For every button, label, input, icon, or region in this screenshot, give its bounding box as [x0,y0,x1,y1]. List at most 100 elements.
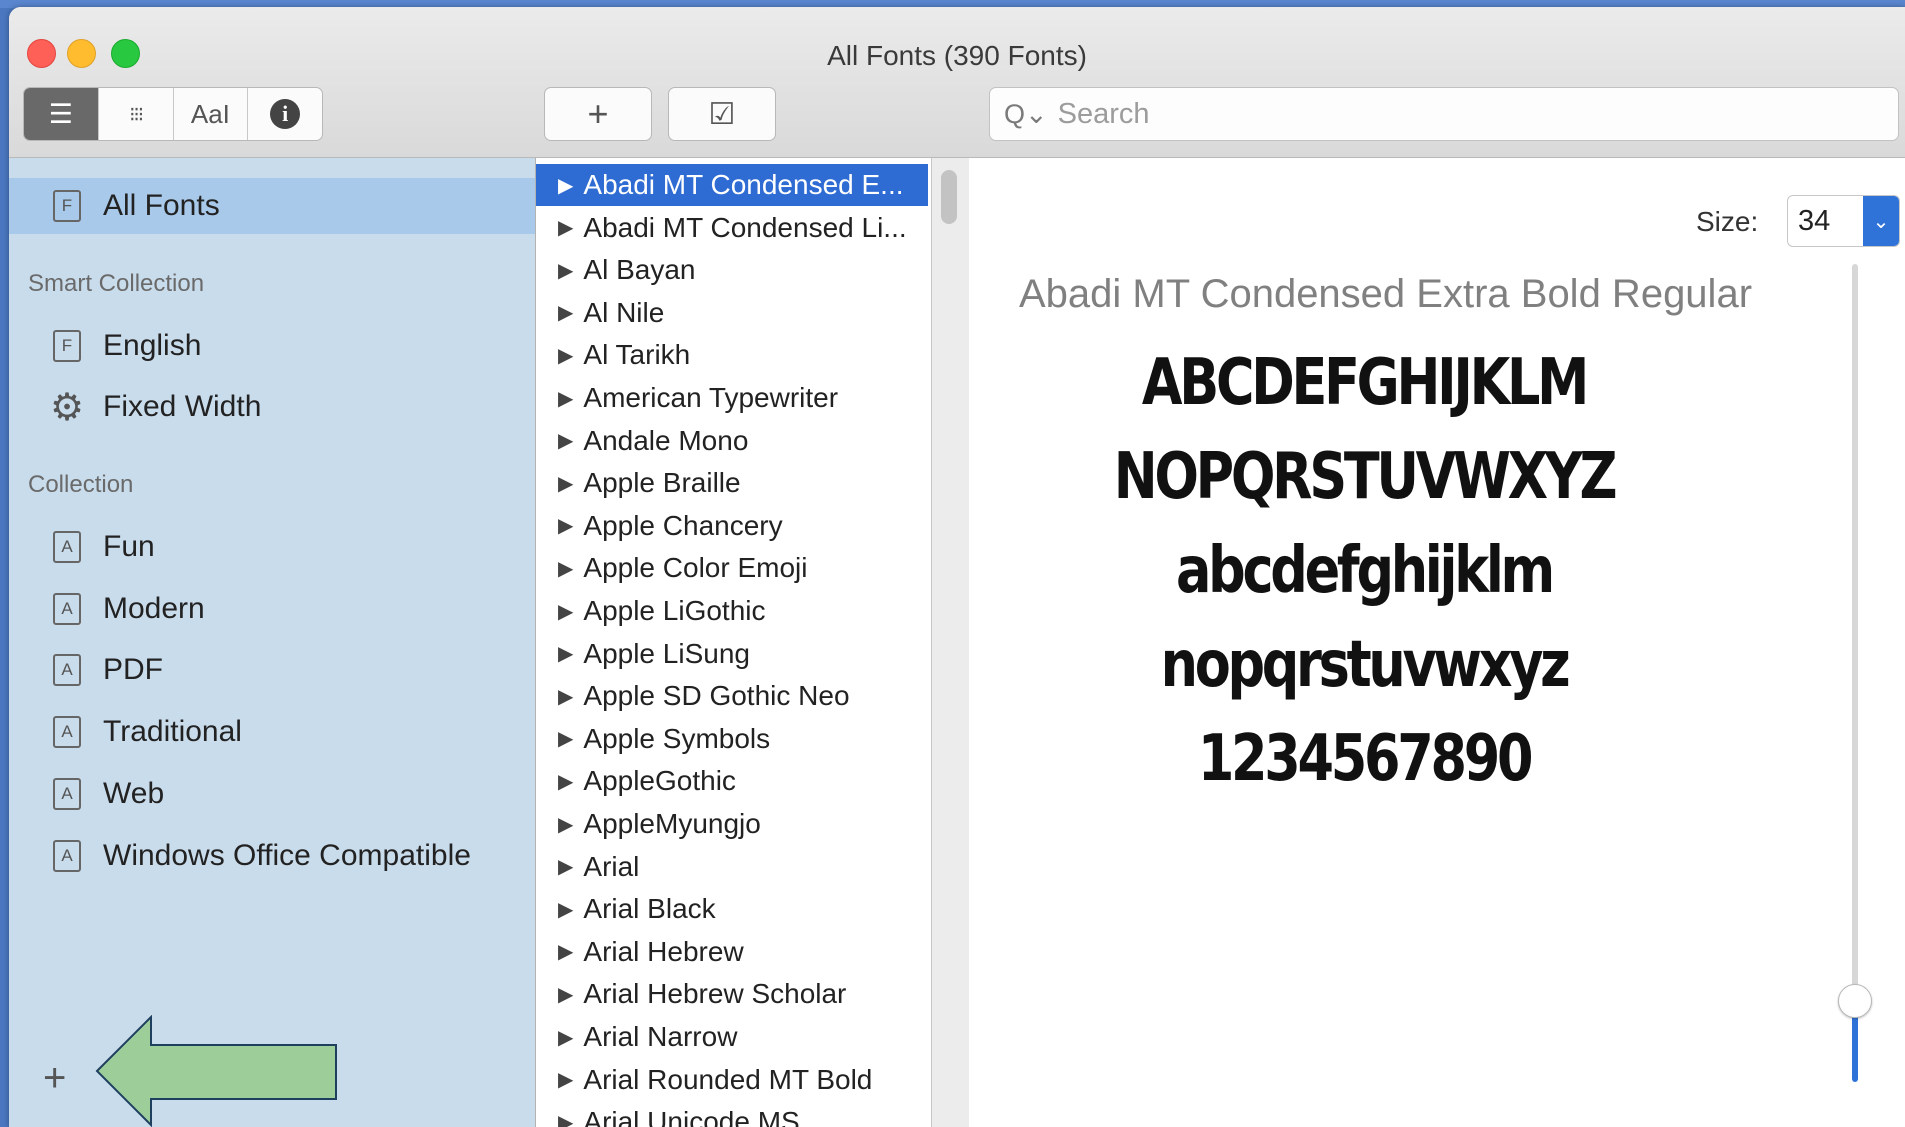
search-input[interactable] [1055,96,1880,132]
preview-font-name: Abadi MT Condensed Extra Bold Regular [1019,272,1753,316]
size-combobox[interactable]: 34 ⌄ [1787,195,1900,247]
font-family-list: ▶ Abadi MT Condensed E... ▶ Abadi MT Conden… [536,158,932,1127]
preview-uppercase-a-m: ABCDEFGHIJKLM [1141,346,1589,420]
info-view-button[interactable]: i [248,88,322,140]
search-field[interactable]: Q⌄ [989,87,1899,141]
sidebar-item-all-fonts[interactable]: F All Fonts [9,178,535,234]
sidebar-item-traditional[interactable]: A Traditional [9,704,535,760]
font-list-item[interactable]: ▶ Apple Chancery [536,505,931,547]
sample-view-button[interactable]: AaI [174,88,249,140]
font-list-item[interactable]: ▶ Apple Color Emoji [536,547,931,589]
size-slider-knob[interactable] [1838,984,1872,1018]
font-list-item[interactable]: ▶ Arial Unicode MS [536,1101,931,1127]
collection-icon: A [53,654,81,686]
font-list-item[interactable]: ▶ Apple Symbols [536,718,931,760]
disclosure-triangle-icon[interactable]: ▶ [558,343,573,368]
font-family-name: Arial Hebrew [583,935,744,967]
font-list-item[interactable]: ▶ Apple LiSung [536,633,931,675]
font-list-item[interactable]: ▶ Al Tarikh [536,334,931,376]
disclosure-triangle-icon[interactable]: ▶ [558,173,573,198]
sidebar-item-pdf[interactable]: A PDF [9,642,535,698]
gear-icon: ⚙ [49,386,85,429]
font-list-item[interactable]: ▶ Apple Braille [536,462,931,504]
disclosure-triangle-icon[interactable]: ▶ [558,1025,573,1050]
preview-uppercase-n-z: NOPQRSTUVWXYZ [1113,440,1618,514]
add-font-button[interactable]: + [544,87,652,141]
font-family-name: AppleMyungjo [583,808,761,839]
disclosure-triangle-icon[interactable]: ▶ [558,641,573,666]
size-slider-fill [1852,1008,1858,1082]
disclosure-triangle-icon[interactable]: ▶ [558,854,573,879]
font-list-item[interactable]: ▶ American Typewriter [536,377,931,419]
disclosure-triangle-icon[interactable]: ▶ [558,386,573,411]
disclosure-triangle-icon[interactable]: ▶ [558,897,573,922]
sidebar-item-english[interactable]: F English [9,318,535,374]
disclosure-triangle-icon[interactable]: ▶ [558,599,573,624]
font-list-item[interactable]: ▶ Arial Hebrew [536,931,931,973]
font-list-item[interactable]: ▶ Andale Mono [536,420,931,462]
sidebar-item-label: Windows Office Compatible [103,839,471,872]
disclosure-triangle-icon[interactable]: ▶ [558,428,573,453]
disclosure-triangle-icon[interactable]: ▶ [558,769,573,794]
validate-font-button[interactable]: ☑ [668,87,776,141]
disclosure-triangle-icon[interactable]: ▶ [558,1067,573,1092]
font-family-name: Arial Unicode MS [583,1106,800,1127]
disclosure-triangle-icon[interactable]: ▶ [558,1110,573,1127]
font-family-name: Apple Color Emoji [583,552,808,584]
disclosure-triangle-icon[interactable]: ▶ [558,726,573,751]
disclosure-triangle-icon[interactable]: ▶ [558,982,573,1007]
smart-collection-icon: F [53,330,81,362]
size-label: Size: [1696,206,1759,237]
font-list-scrollbar[interactable] [941,170,957,224]
font-family-name: Apple Symbols [583,722,771,754]
chevron-down-icon[interactable]: ⌄ [1863,196,1899,246]
sidebar-item-fixed-width[interactable]: ⚙ Fixed Width [9,379,535,435]
font-list-item[interactable]: ▶ Apple SD Gothic Neo [536,675,931,717]
disclosure-triangle-icon[interactable]: ▶ [558,513,573,538]
collection-icon: A [53,531,81,563]
font-list-item[interactable]: ▶ Abadi MT Condensed Li... [536,207,931,249]
sidebar-item-web[interactable]: A Web [9,766,535,822]
sidebar-item-windows-office-compatible[interactable]: A Windows Office Compatible [9,828,535,884]
font-list-item[interactable]: ▶ Arial Hebrew Scholar [536,973,931,1015]
font-list-item[interactable]: ▶ Arial Narrow [536,1016,931,1058]
disclosure-triangle-icon[interactable]: ▶ [558,471,573,496]
sidebar-item-label: Fixed Width [103,390,262,423]
collection-icon: A [53,840,81,872]
disclosure-triangle-icon[interactable]: ▶ [558,939,573,964]
font-list-item[interactable]: ▶ Arial Rounded MT Bold [536,1059,931,1101]
window-title: All Fonts (390 Fonts) [827,40,1087,71]
sidebar-item-fun[interactable]: A Fun [9,519,535,575]
search-icon: Q⌄ [1004,98,1048,129]
font-family-name: Abadi MT Condensed Li... [583,211,907,243]
add-collection-button[interactable]: + [43,1056,66,1101]
disclosure-triangle-icon[interactable]: ▶ [558,215,573,240]
disclosure-triangle-icon[interactable]: ▶ [558,300,573,325]
plus-icon: + [587,93,609,134]
collection-icon: A [53,716,81,748]
disclosure-triangle-icon[interactable]: ▶ [558,812,573,837]
sidebar-item-label: All Fonts [103,189,220,222]
font-list-item[interactable]: ▶ AppleGothic [536,760,931,802]
disclosure-triangle-icon[interactable]: ▶ [558,258,573,283]
font-list-item[interactable]: ▶ AppleMyungjo [536,803,931,845]
font-list-item[interactable]: ▶ Abadi MT Condensed E... [536,164,928,206]
sidebar-item-modern[interactable]: A Modern [9,581,535,637]
font-family-name: Apple SD Gothic Neo [583,680,850,712]
font-family-name: Andale Mono [583,424,749,456]
size-value[interactable]: 34 [1798,205,1830,238]
list-view-button[interactable]: ☰ [24,88,99,140]
font-family-name: Apple LiGothic [583,595,766,626]
collection-header: Collection [28,471,134,498]
font-list-item[interactable]: ▶ Al Bayan [536,249,931,291]
font-list-item[interactable]: ▶ Arial [536,846,931,888]
font-list-item[interactable]: ▶ Apple LiGothic [536,590,931,632]
font-list-item[interactable]: ▶ Arial Black [536,888,931,930]
size-slider-track[interactable] [1852,264,1858,1014]
sidebar-item-label: English [103,329,202,362]
font-family-name: Apple Chancery [583,509,783,541]
disclosure-triangle-icon[interactable]: ▶ [558,556,573,581]
font-list-item[interactable]: ▶ Al Nile [536,292,931,334]
disclosure-triangle-icon[interactable]: ▶ [558,684,573,709]
grid-view-button[interactable]: ⁝⁝⁝ [99,88,174,140]
